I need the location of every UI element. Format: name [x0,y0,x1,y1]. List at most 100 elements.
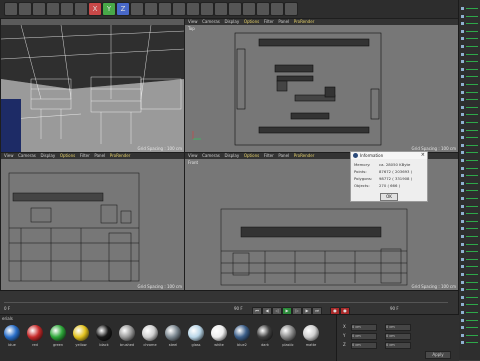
select-icon[interactable] [32,2,46,16]
object-row[interactable] [461,97,479,102]
object-row[interactable] [461,120,479,125]
close-icon[interactable]: × [421,152,425,159]
coord-icon[interactable] [130,2,144,16]
object-row[interactable] [461,302,479,307]
object-row[interactable] [461,36,479,41]
camera-icon[interactable] [270,2,284,16]
apply-button[interactable]: Apply [425,351,451,359]
timeline-ruler[interactable] [4,293,448,303]
scale-icon[interactable] [60,2,74,16]
timeline-start[interactable]: 0 F [4,306,10,311]
x-axis-icon[interactable]: X [88,2,102,16]
object-row[interactable] [461,204,479,209]
light-icon[interactable] [284,2,298,16]
object-row[interactable] [461,44,479,49]
spline-pen-icon[interactable] [200,2,214,16]
material-ball[interactable] [119,325,135,341]
material-ball[interactable] [280,325,296,341]
object-row[interactable] [461,196,479,201]
object-row[interactable] [461,211,479,216]
object-row[interactable] [461,150,479,155]
object-row[interactable] [461,90,479,95]
object-row[interactable] [461,67,479,72]
material-ball[interactable] [27,325,43,341]
object-row[interactable] [461,318,479,323]
object-row[interactable] [461,173,479,178]
z-axis-icon[interactable]: Z [116,2,130,16]
object-row[interactable] [461,105,479,110]
coord-z-pos[interactable]: 0 cm [351,342,377,349]
coord-y-size[interactable]: 0 cm [385,333,411,340]
object-row[interactable] [461,219,479,224]
object-row[interactable] [461,234,479,239]
object-row[interactable] [461,280,479,285]
object-row[interactable] [461,226,479,231]
object-row[interactable] [461,181,479,186]
object-row[interactable] [461,272,479,277]
move-icon[interactable] [46,2,60,16]
object-row[interactable] [461,82,479,87]
object-manager-panel[interactable] [458,0,480,360]
ok-button[interactable]: OK [380,193,398,201]
material-ball[interactable] [257,325,273,341]
coordinates-manager[interactable]: X Y Z 0 cm 0 cm 0 cm 0 cm 0 cm 0 cm Appl… [336,314,459,361]
object-row[interactable] [461,340,479,345]
object-row[interactable] [461,21,479,26]
material-ball[interactable] [50,325,66,341]
cube-icon[interactable] [186,2,200,16]
material-ball[interactable] [4,325,20,341]
floor-icon[interactable] [256,2,270,16]
subdivision-icon[interactable] [214,2,228,16]
timeline[interactable]: 0 F 90 F ⏮ ◀ ◁ ▶ ▷ ▶ ⏭ ● ● 90 F [0,290,458,315]
top-viewport[interactable]: View Cameras Display Options Filter Pane… [184,18,460,154]
object-row[interactable] [461,74,479,79]
object-row[interactable] [461,333,479,338]
right-viewport[interactable]: View Cameras Display Options Filter Pane… [0,152,186,292]
material-manager[interactable]: erials blue red green yellow black brushed chr… [0,314,336,361]
render-icon[interactable] [158,2,172,16]
deformer-icon[interactable] [242,2,256,16]
object-row[interactable] [461,135,479,140]
object-row[interactable] [461,128,479,133]
object-row[interactable] [461,158,479,163]
material-ball[interactable] [303,325,319,341]
object-row[interactable] [461,242,479,247]
material-ball[interactable] [188,325,204,341]
undo-icon[interactable] [4,2,18,16]
redo-icon[interactable] [18,2,32,16]
coord-y-pos[interactable]: 0 cm [351,333,377,340]
material-ball[interactable] [142,325,158,341]
material-ball[interactable] [234,325,250,341]
array-icon[interactable] [228,2,242,16]
timeline-current[interactable]: 90 F [390,306,399,311]
material-ball[interactable] [165,325,181,341]
y-axis-icon[interactable]: Y [102,2,116,16]
perspective-viewport[interactable]: Grid Spacing : 100 cm [0,18,186,154]
object-row[interactable] [461,59,479,64]
object-row[interactable] [461,325,479,330]
object-row[interactable] [461,112,479,117]
rotate-icon[interactable] [74,2,88,16]
coord-z-size[interactable]: 0 cm [385,342,411,349]
object-row[interactable] [461,310,479,315]
material-ball[interactable] [211,325,227,341]
timeline-end[interactable]: 90 F [234,306,243,311]
object-row[interactable] [461,166,479,171]
coord-x-size[interactable]: 0 cm [385,324,411,331]
object-row[interactable] [461,249,479,254]
material-ball[interactable] [96,325,112,341]
object-row[interactable] [461,287,479,292]
object-row[interactable] [461,264,479,269]
object-row[interactable] [461,257,479,262]
object-row[interactable] [461,295,479,300]
coord-x-pos[interactable]: 0 cm [351,324,377,331]
object-row[interactable] [461,6,479,11]
object-row[interactable] [461,29,479,34]
object-row[interactable] [461,143,479,148]
material-ball[interactable] [73,325,89,341]
object-row[interactable] [461,14,479,19]
render-view-icon[interactable] [144,2,158,16]
object-row[interactable] [461,188,479,193]
render-settings-icon[interactable] [172,2,186,16]
object-row[interactable] [461,52,479,57]
